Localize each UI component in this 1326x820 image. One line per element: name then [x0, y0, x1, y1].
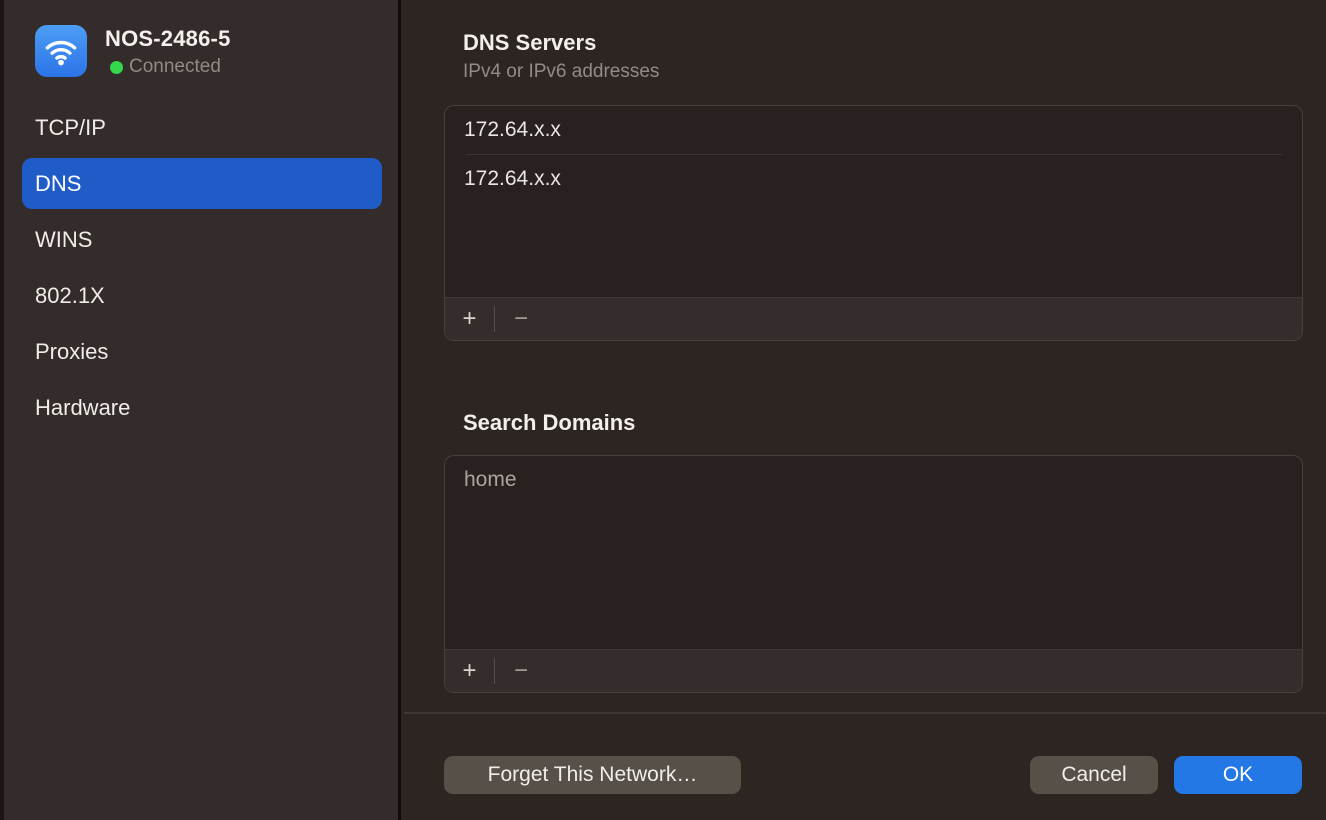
remove-dns-server-button[interactable]: − [495, 298, 547, 340]
cancel-button[interactable]: Cancel [1030, 756, 1158, 794]
forget-network-button[interactable]: Forget This Network… [444, 756, 741, 794]
remove-search-domain-button[interactable]: − [495, 650, 547, 692]
sidebar-item-tcpip[interactable]: TCP/IP [22, 102, 382, 153]
search-domains-listbox: home + − [444, 455, 1303, 693]
connection-status: Connected [129, 56, 221, 78]
sidebar: NOS-2486-5 Connected TCP/IP DNS WINS 802… [0, 0, 401, 820]
settings-nav: TCP/IP DNS WINS 802.1X Proxies Hardware [22, 102, 382, 438]
sidebar-item-wins[interactable]: WINS [22, 214, 382, 265]
network-name: NOS-2486-5 [105, 26, 231, 52]
dns-server-entry[interactable]: 172.64.x.x [445, 106, 1302, 154]
search-domains-toolbar: + − [445, 649, 1302, 692]
search-domain-entry[interactable]: home [445, 456, 1302, 504]
dns-servers-listbox: 172.64.x.x 172.64.x.x + − [444, 105, 1303, 341]
sidebar-item-dns[interactable]: DNS [22, 158, 382, 209]
ok-button[interactable]: OK [1174, 756, 1302, 794]
sidebar-item-proxies[interactable]: Proxies [22, 326, 382, 377]
dns-servers-toolbar: + − [445, 297, 1302, 340]
connected-status-dot [110, 61, 123, 74]
sidebar-item-8021x[interactable]: 802.1X [22, 270, 382, 321]
search-domains-title: Search Domains [463, 410, 635, 436]
dns-servers-title: DNS Servers [463, 30, 596, 56]
add-search-domain-button[interactable]: + [445, 650, 494, 692]
dns-server-entry[interactable]: 172.64.x.x [445, 155, 1302, 203]
add-dns-server-button[interactable]: + [445, 298, 494, 340]
dns-servers-subtitle: IPv4 or IPv6 addresses [463, 61, 659, 83]
footer-divider [404, 712, 1326, 714]
dns-settings-panel: DNS Servers IPv4 or IPv6 addresses 172.6… [404, 0, 1326, 820]
wifi-icon [35, 25, 87, 77]
sidebar-item-hardware[interactable]: Hardware [22, 382, 382, 433]
